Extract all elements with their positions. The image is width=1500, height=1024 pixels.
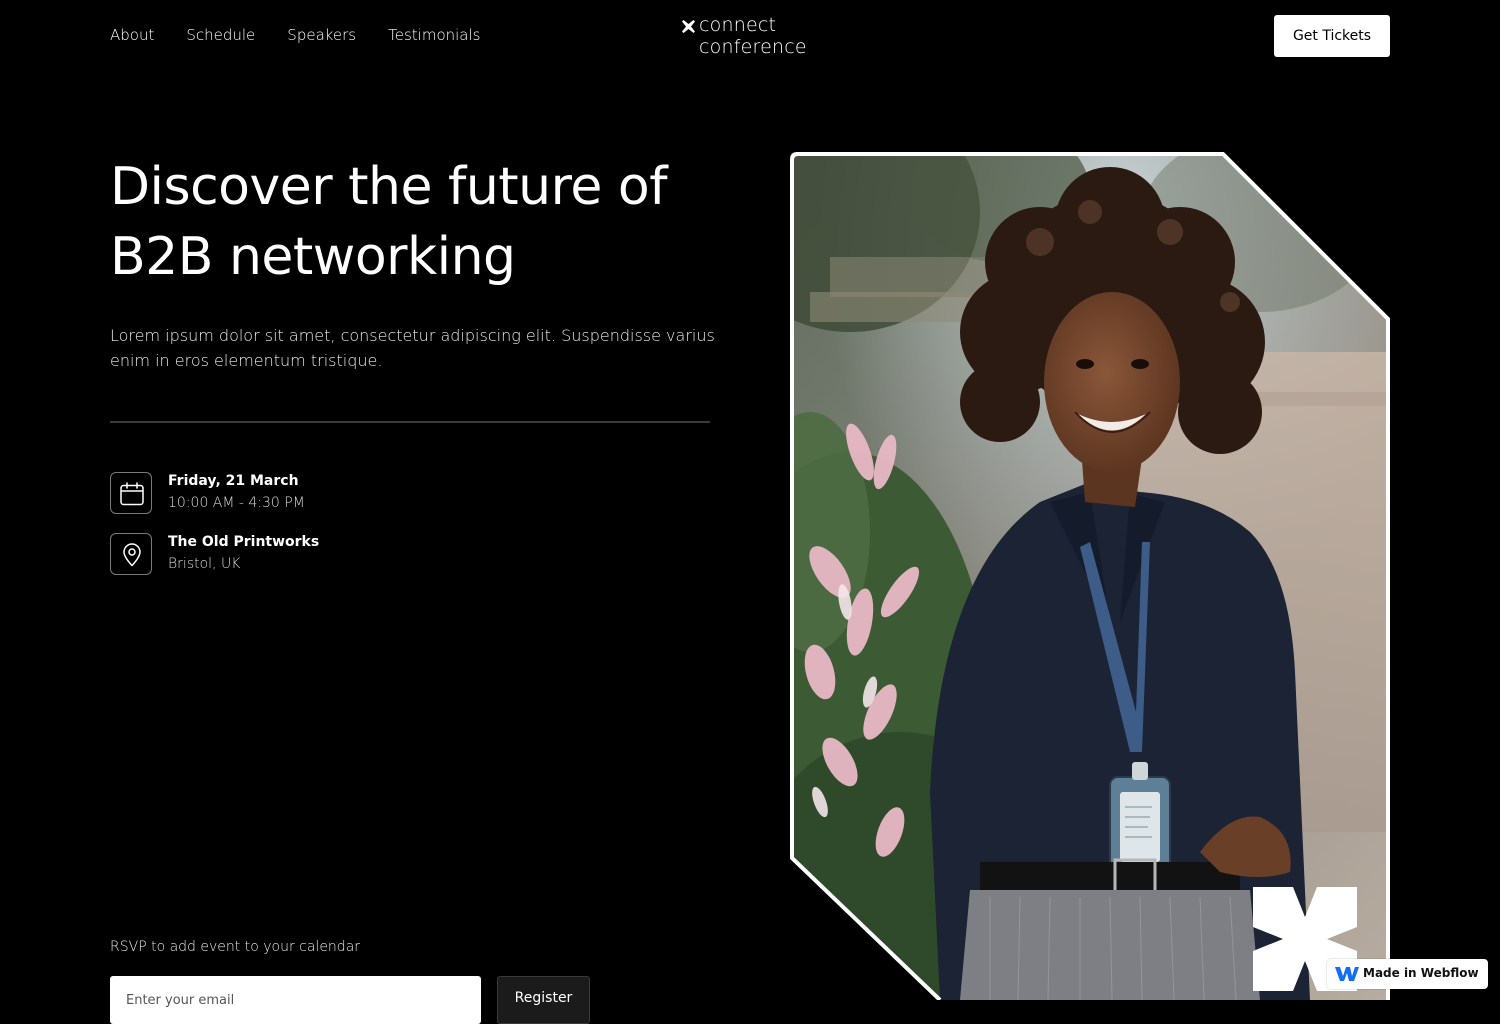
hero-description: Lorem ipsum dolor sit amet, consectetur … <box>110 326 715 370</box>
event-location-row: The Old Printworks Bristol, UK <box>110 533 430 577</box>
made-in-webflow-badge[interactable]: Made in Webflow <box>1327 959 1488 989</box>
calendar-icon <box>120 482 144 506</box>
email-input[interactable] <box>110 976 481 1024</box>
get-tickets-button[interactable]: Get Tickets <box>1274 15 1390 57</box>
hero-title-line1: Discover the future of <box>110 157 668 217</box>
event-date-row: Friday, 21 March 10:00 AM - 4:30 PM <box>110 472 430 516</box>
event-time: 10:00 AM - 4:30 PM <box>168 495 305 511</box>
register-button[interactable]: Register <box>497 976 590 1024</box>
nav-link-schedule[interactable]: Schedule <box>186 26 255 44</box>
nav-links: About Schedule Speakers Testimonials <box>110 26 480 44</box>
brand-logo[interactable]: connect conference <box>682 14 832 60</box>
x-mark-icon <box>682 20 695 33</box>
brand-name-line2: conference <box>699 36 807 58</box>
event-venue: The Old Printworks <box>168 534 320 550</box>
hero-title-line2: B2B networking <box>110 227 516 287</box>
location-icon-box <box>110 533 152 575</box>
nav-link-testimonials[interactable]: Testimonials <box>388 26 480 44</box>
event-date: Friday, 21 March <box>168 473 299 489</box>
brand-name-line1: connect <box>699 14 777 36</box>
badge-label: Made in Webflow <box>1363 966 1479 980</box>
top-nav: About Schedule Speakers Testimonials con… <box>0 0 1500 72</box>
hero-photo <box>790 152 1390 1000</box>
section-divider <box>110 421 710 423</box>
nav-link-speakers[interactable]: Speakers <box>287 26 356 44</box>
date-icon-box <box>110 472 152 514</box>
nav-link-about[interactable]: About <box>110 26 154 44</box>
webflow-logo-icon <box>1335 967 1359 981</box>
map-pin-icon <box>123 543 141 567</box>
hero-title: Discover the future of B2B networking <box>110 152 750 292</box>
event-city: Bristol, UK <box>168 556 241 572</box>
rsvp-label: RSVP to add event to your calendar <box>110 939 361 955</box>
speaker-portrait-image <box>790 152 1390 1000</box>
